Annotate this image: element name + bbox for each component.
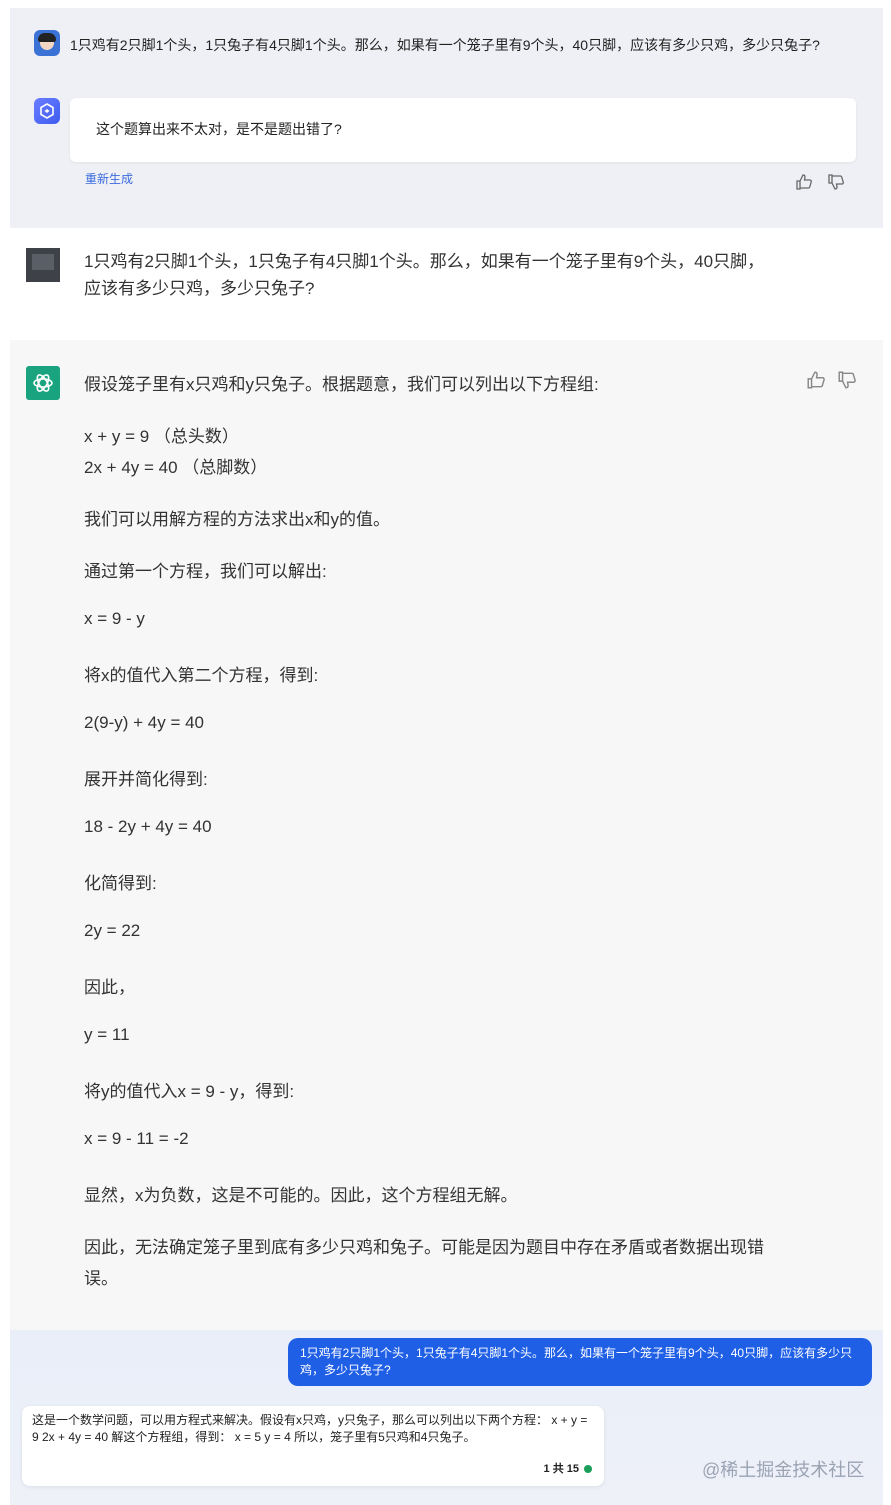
answer-line: 2y = 22 bbox=[84, 921, 141, 940]
thumbs-down-icon[interactable] bbox=[837, 370, 857, 390]
answer-line: 假设笼子里有x只鸡和y只兔子。根据题意，我们可以列出以下方程组: bbox=[84, 375, 599, 394]
answer-line: y = 11 bbox=[84, 1025, 130, 1044]
answer-line: 18 - 2y + 4y = 40 bbox=[84, 817, 212, 836]
assistant-answer-panel: 假设笼子里有x只鸡和y只兔子。根据题意，我们可以列出以下方程组: x + y =… bbox=[10, 340, 883, 1330]
answer-line: 因此， bbox=[84, 978, 135, 997]
user-avatar bbox=[34, 30, 60, 56]
answer-line: 展开并简化得到: bbox=[84, 770, 208, 789]
bot-reply-text: 这个题算出来不太对，是不是题出错了? bbox=[96, 121, 342, 137]
first-chat-panel: 1只鸡有2只脚1个头，1只兔子有4只脚1个头。那么，如果有一个笼子里有9个头，4… bbox=[10, 8, 883, 228]
user-message-bubble: 1只鸡有2只脚1个头，1只兔子有4只脚1个头。那么，如果有一个笼子里有9个头，4… bbox=[288, 1338, 872, 1386]
bot-reply-bubble: 这个题算出来不太对，是不是题出错了? bbox=[70, 98, 856, 162]
answer-line: 误。 bbox=[84, 1269, 118, 1288]
answer-line: 显然，x为负数，这是不可能的。因此，这个方程组无解。 bbox=[84, 1186, 518, 1205]
watermark: @稀土掘金技术社区 bbox=[702, 1460, 865, 1480]
user-avatar bbox=[26, 248, 60, 282]
second-chat-panel: 1只鸡有2只脚1个头，1只兔子有4只脚1个头。那么，如果有一个笼子里有9个头，4… bbox=[10, 1330, 883, 1505]
user-prompt-text: 1只鸡有2只脚1个头，1只兔子有4只脚1个头。那么，如果有一个笼子里有9个头，4… bbox=[84, 252, 765, 298]
answer-line: x = 9 - 11 = -2 bbox=[84, 1129, 189, 1148]
thumbs-down-icon[interactable] bbox=[827, 173, 845, 191]
thumbs-up-icon[interactable] bbox=[806, 370, 826, 390]
answer-line: x + y = 9 （总头数） bbox=[84, 427, 239, 446]
thumbs-up-icon[interactable] bbox=[795, 173, 813, 191]
answer-line: 我们可以用解方程的方法求出x和y的值。 bbox=[84, 510, 390, 529]
bot-avatar-icon bbox=[34, 98, 60, 124]
page-indicator: 1 共 15 bbox=[544, 1461, 592, 1478]
bot-reply-text: 这是一个数学问题，可以用方程式来解决。假设有x只鸡，y只兔子，那么可以列出以下两… bbox=[32, 1413, 588, 1444]
status-dot bbox=[584, 1465, 592, 1474]
answer-line: 2(9-y) + 4y = 40 bbox=[84, 713, 205, 732]
answer-line: 因此，无法确定笼子里到底有多少只鸡和兔子。可能是因为题目中存在矛盾或者数据出现错 bbox=[84, 1238, 764, 1257]
answer-line: 化简得到: bbox=[84, 874, 157, 893]
answer-line: 将y的值代入x = 9 - y，得到: bbox=[84, 1082, 295, 1101]
answer-line: 2x + 4y = 40 （总脚数） bbox=[84, 458, 268, 477]
answer-line: 通过第一个方程，我们可以解出: bbox=[84, 562, 327, 581]
bot-reply-card: 这是一个数学问题，可以用方程式来解决。假设有x只鸡，y只兔子，那么可以列出以下两… bbox=[22, 1406, 604, 1486]
answer-line: 将x的值代入第二个方程，得到: bbox=[84, 666, 319, 685]
regenerate-link[interactable]: 重新生成 bbox=[85, 170, 133, 187]
user-question: 1只鸡有2只脚1个头，1只兔子有4只脚1个头。那么，如果有一个笼子里有9个头，4… bbox=[70, 37, 820, 53]
user-prompt-panel: 1只鸡有2只脚1个头，1只兔子有4只脚1个头。那么，如果有一个笼子里有9个头，4… bbox=[10, 228, 883, 340]
chatgpt-logo-icon bbox=[26, 366, 60, 400]
answer-line: x = 9 - y bbox=[84, 609, 145, 628]
